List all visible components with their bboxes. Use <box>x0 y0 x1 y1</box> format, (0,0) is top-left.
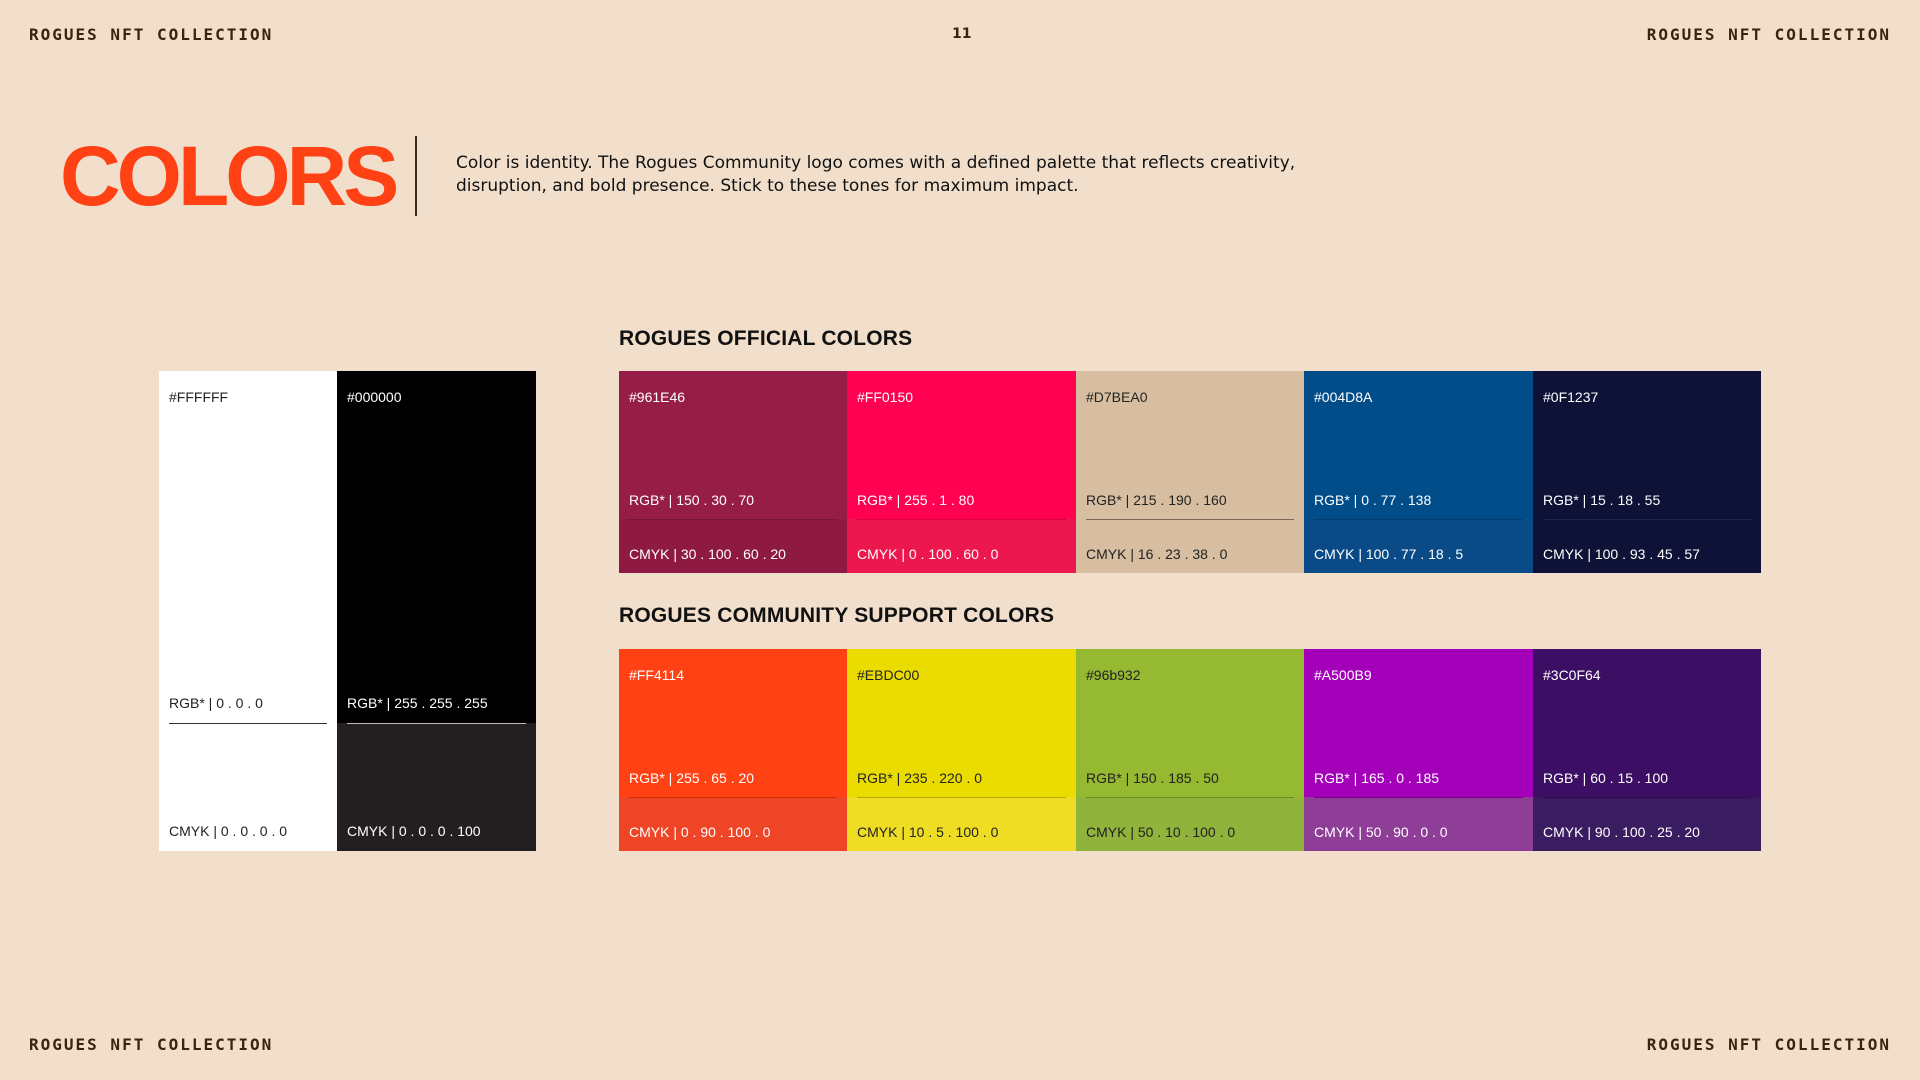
swatch-cmyk-label: CMYK | 50 . 10 . 100 . 0 <box>1086 824 1236 840</box>
swatch-rgb-label: RGB* | 150 . 185 . 50 <box>1086 770 1219 786</box>
swatch-rgb-label: RGB* | 235 . 220 . 0 <box>857 770 983 786</box>
swatch-divider <box>1086 797 1294 798</box>
swatch-divider <box>857 797 1066 798</box>
swatch-divider <box>1543 797 1751 798</box>
swatch-cmyk-label: CMYK | 0 . 90 . 100 . 0 <box>629 824 771 840</box>
swatch-hex-label: #000000 <box>347 389 402 405</box>
swatch-hex-label: #D7BEA0 <box>1086 389 1148 405</box>
swatch-hex-label: #961E46 <box>629 389 686 405</box>
swatch-cmyk-label: CMYK | 50 . 90 . 0 . 0 <box>1314 824 1448 840</box>
swatch-cmyk-label: CMYK | 100 . 77 . 18 . 5 <box>1314 546 1464 562</box>
swatch-hex-label: #A500B9 <box>1314 667 1372 683</box>
color-swatch: #FF0150 RGB* | 255 . 1 . 80 CMYK | 0 . 100… <box>847 371 1076 573</box>
swatch-cmyk-label: CMYK | 100 . 93 . 45 . 57 <box>1543 546 1700 562</box>
color-swatch: #A500B9 RGB* | 165 . 0 . 185 CMYK | 50 . 9… <box>1304 649 1533 851</box>
page-title: COLORS <box>60 129 399 223</box>
title-divider <box>415 136 417 216</box>
official-colors-heading: ROGUES OFFICIAL COLORS <box>619 327 913 350</box>
swatch-divider <box>629 519 837 520</box>
swatch-cmyk-label: CMYK | 30 . 100 . 60 . 20 <box>629 546 786 562</box>
swatch-cmyk-label: CMYK | 0 . 100 . 60 . 0 <box>857 546 999 562</box>
color-swatch: #000000 RGB* | 255 . 255 . 255 CMYK | 0 . … <box>337 371 536 851</box>
footer-brand-right: ROGUES NFT COLLECTION <box>1646 1035 1891 1054</box>
swatch-divider <box>857 519 1066 520</box>
swatch-divider <box>169 723 327 724</box>
swatch-rgb-label: RGB* | 60 . 15 . 100 <box>1543 770 1669 786</box>
intro-text: Color is identity. The Rogues Community … <box>456 153 1296 196</box>
swatch-hex-label: #FFFFFF <box>169 389 229 405</box>
swatch-cmyk-label: CMYK | 0 . 0 . 0 . 0 <box>169 823 288 839</box>
swatch-hex-label: #EBDC00 <box>857 667 920 683</box>
swatch-divider <box>629 797 837 798</box>
swatch-cmyk-label: CMYK | 0 . 0 . 0 . 100 <box>347 823 481 839</box>
color-swatch: #0F1237 RGB* | 15 . 18 . 55 CMYK | 100 . 9… <box>1533 371 1761 573</box>
swatch-divider <box>347 723 526 724</box>
swatch-divider <box>1314 519 1523 520</box>
swatch-cmyk-label: CMYK | 90 . 100 . 25 . 20 <box>1543 824 1700 840</box>
color-swatch: #EBDC00 RGB* | 235 . 220 . 0 CMYK | 10 . 5… <box>847 649 1076 851</box>
swatch-rgb-label: RGB* | 0 . 77 . 138 <box>1314 492 1432 508</box>
swatch-hex-label: #FF0150 <box>857 389 914 405</box>
header-brand-right: ROGUES NFT COLLECTION <box>1646 25 1891 44</box>
swatch-hex-label: #FF4114 <box>629 667 684 683</box>
swatch-rgb-label: RGB* | 255 . 255 . 255 <box>347 695 488 711</box>
page-number: 11 <box>952 26 972 42</box>
color-swatch: #004D8A RGB* | 0 . 77 . 138 CMYK | 100 . 7… <box>1304 371 1533 573</box>
swatch-rgb-label: RGB* | 150 . 30 . 70 <box>629 492 755 508</box>
swatch-hex-label: #96b932 <box>1086 667 1141 683</box>
swatch-rgb-label: RGB* | 15 . 18 . 55 <box>1543 492 1661 508</box>
color-swatch: #96b932 RGB* | 150 . 185 . 50 CMYK | 50 . … <box>1076 649 1304 851</box>
swatch-rgb-label: RGB* | 0 . 0 . 0 <box>169 695 263 711</box>
swatch-hex-label: #0F1237 <box>1543 389 1599 405</box>
support-colors-heading: ROGUES COMMUNITY SUPPORT COLORS <box>619 604 1055 627</box>
color-swatch: #FF4114 RGB* | 255 . 65 . 20 CMYK | 0 . 90… <box>619 649 847 851</box>
color-swatch: #3C0F64 RGB* | 60 . 15 . 100 CMYK | 90 . 1… <box>1533 649 1761 851</box>
swatch-hex-label: #3C0F64 <box>1543 667 1601 683</box>
swatch-divider <box>1314 797 1523 798</box>
swatch-divider <box>1086 519 1294 520</box>
color-swatch: #D7BEA0 RGB* | 215 . 190 . 160 CMYK | 16 .… <box>1076 371 1304 573</box>
header-brand-left: ROGUES NFT COLLECTION <box>29 25 274 44</box>
swatch-cmyk-label: CMYK | 16 . 23 . 38 . 0 <box>1086 546 1228 562</box>
swatch-rgb-label: RGB* | 255 . 1 . 80 <box>857 492 975 508</box>
swatch-rgb-label: RGB* | 255 . 65 . 20 <box>629 770 755 786</box>
swatch-hex-label: #004D8A <box>1314 389 1373 405</box>
footer-brand-left: ROGUES NFT COLLECTION <box>29 1035 274 1054</box>
swatch-rgb-label: RGB* | 165 . 0 . 185 <box>1314 770 1440 786</box>
swatch-divider <box>1543 519 1751 520</box>
swatch-cmyk-label: CMYK | 10 . 5 . 100 . 0 <box>857 824 999 840</box>
color-swatch: #961E46 RGB* | 150 . 30 . 70 CMYK | 30 . 1… <box>619 371 847 573</box>
swatch-rgb-label: RGB* | 215 . 190 . 160 <box>1086 492 1227 508</box>
color-swatch: #FFFFFF RGB* | 0 . 0 . 0 CMYK | 0 . 0 . 0 … <box>159 371 337 851</box>
